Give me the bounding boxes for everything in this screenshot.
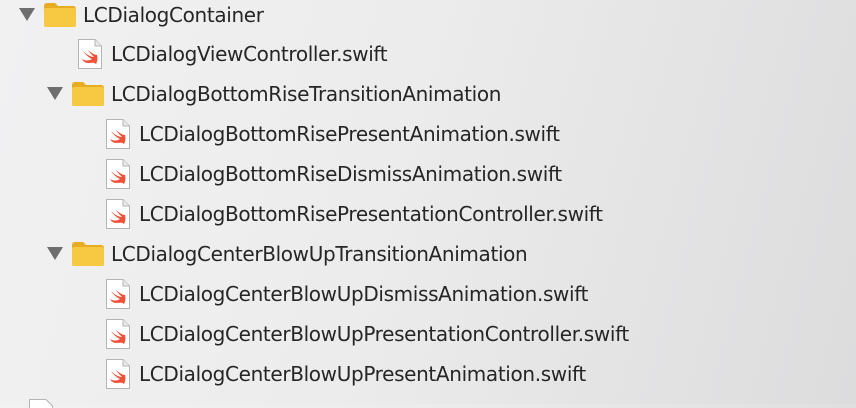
- file-icon: [29, 399, 53, 408]
- tree-item-label: LCDialogBottomRisePresentAnimation.swift: [139, 122, 560, 146]
- swift-file-icon: [78, 39, 102, 69]
- tree-item-label: LCDialogBottomRiseDismissAnimation.swift: [139, 162, 562, 186]
- tree-row-lcdialogcontainer[interactable]: LCDialogContainer: [0, 0, 856, 35]
- folder-icon: [72, 242, 104, 266]
- tree-row-lcdialogviewcontroller-swift[interactable]: LCDialogViewController.swift: [0, 34, 856, 74]
- tree-row-lcdialogcenterblowuptransitionanimation[interactable]: LCDialogCenterBlowUpTransitionAnimation: [0, 234, 856, 274]
- tree-item-label: LCDialogBottomRiseTransitionAnimation: [111, 82, 502, 106]
- tree-row-lcdialogbottomrisedismissanimation-swift[interactable]: LCDialogBottomRiseDismissAnimation.swift: [0, 154, 856, 194]
- disclosure-triangle-icon[interactable]: [47, 87, 63, 100]
- tree-item-label: LCDialogViewController.swift: [111, 42, 388, 66]
- disclosure-triangle-icon[interactable]: [19, 8, 35, 21]
- swift-file-icon: [106, 199, 130, 229]
- tree-item-label: LCDialogCenterBlowUpPresentationControll…: [139, 322, 629, 346]
- tree-item-label: LCDialogCenterBlowUpDismissAnimation.swi…: [139, 282, 589, 306]
- disclosure-triangle-icon[interactable]: [47, 247, 63, 260]
- tree-row-lcdialogbottomrisetransitionanimation[interactable]: LCDialogBottomRiseTransitionAnimation: [0, 74, 856, 114]
- swift-file-icon: [106, 159, 130, 189]
- project-navigator: LCDialogContainer LCDialogViewController…: [0, 0, 856, 408]
- swift-file-icon: [106, 279, 130, 309]
- tree-row-lcdialogcenterblowuppresentationcontroller-swift[interactable]: LCDialogCenterBlowUpPresentationControll…: [0, 314, 856, 354]
- swift-file-icon: [106, 119, 130, 149]
- tree-item-label: LCDialogCenterBlowUpTransitionAnimation: [111, 242, 528, 266]
- folder-icon: [72, 82, 104, 106]
- swift-file-icon: [106, 359, 130, 389]
- folder-icon: [44, 3, 76, 27]
- tree-item-label: LCDialogBottomRisePresentationController…: [139, 202, 603, 226]
- tree-row-lcdialogbottomrisepresentationcontroller-swift[interactable]: LCDialogBottomRisePresentationController…: [0, 194, 856, 234]
- swift-file-icon: [106, 319, 130, 349]
- tree-row-lcdialogcenterblowuppresentanimation-swift[interactable]: LCDialogCenterBlowUpPresentAnimation.swi…: [0, 354, 856, 394]
- tree-item-label: LCDialogContainer: [83, 3, 264, 27]
- tree-row-lcdialogcenterblowupdismissanimation-swift[interactable]: LCDialogCenterBlowUpDismissAnimation.swi…: [0, 274, 856, 314]
- tree-item-label: LCDialogCenterBlowUpPresentAnimation.swi…: [139, 362, 586, 386]
- tree-row-lcdialogbottomrisepresentanimation-swift[interactable]: LCDialogBottomRisePresentAnimation.swift: [0, 114, 856, 154]
